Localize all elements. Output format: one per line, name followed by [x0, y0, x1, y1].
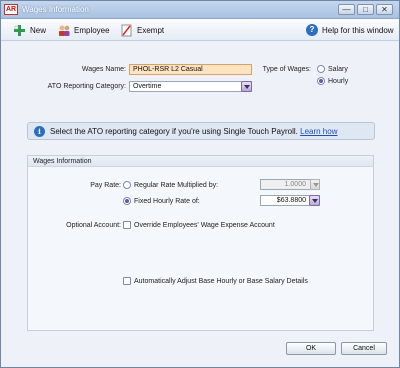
exempt-label: Exempt [137, 25, 165, 35]
info-icon: i [34, 126, 45, 137]
minimize-button[interactable]: — [338, 4, 355, 15]
exempt-button[interactable]: Exempt [120, 23, 164, 37]
regular-rate-radio[interactable] [123, 181, 131, 189]
employee-button[interactable]: Employee [57, 23, 110, 37]
hourly-label: Hourly [328, 78, 349, 85]
info-text: Select the ATO reporting category if you… [50, 127, 337, 136]
exempt-icon [120, 24, 133, 37]
fixed-hourly-input[interactable]: $63.8800 [260, 195, 320, 206]
toolbar: New Employee Exempt ? Help for this wind… [1, 19, 399, 41]
type-of-wages-label: Type of Wages: [262, 66, 311, 73]
new-button[interactable]: New [13, 23, 46, 37]
override-checkbox[interactable] [123, 221, 131, 229]
chevron-down-icon[interactable] [241, 81, 252, 92]
employee-label: Employee [74, 25, 110, 35]
chevron-down-icon[interactable] [310, 179, 320, 190]
close-button[interactable]: ✕ [376, 4, 393, 15]
pay-rate-label: Pay Rate: [90, 182, 121, 189]
employee-icon [57, 24, 70, 37]
fixed-hourly-value: $63.8800 [276, 197, 306, 204]
optional-account-label: Optional Account: [66, 222, 121, 229]
chevron-down-icon[interactable] [309, 195, 320, 206]
regular-rate-input[interactable]: 1.0000 [260, 179, 320, 190]
salary-label: Salary [328, 66, 348, 73]
help-label: Help for this window [322, 25, 394, 35]
override-label: Override Employees' Wage Expense Account [134, 222, 275, 229]
new-icon [13, 24, 26, 37]
stp-info-bar: i Select the ATO reporting category if y… [27, 122, 375, 140]
group-header: Wages Information [28, 156, 373, 167]
ato-category-label: ATO Reporting Category: [47, 83, 126, 90]
regular-rate-label: Regular Rate Multiplied by: [134, 182, 219, 189]
ato-category-select[interactable]: Overtime [129, 81, 252, 92]
auto-adjust-checkbox[interactable] [123, 277, 131, 285]
salary-radio[interactable] [317, 65, 325, 73]
help-button[interactable]: ? Help for this window [306, 23, 394, 37]
wages-name-input[interactable]: PHOL-RSR L2 Casual [129, 64, 252, 75]
ato-category-value: Overtime [133, 83, 162, 90]
regular-rate-value: 1.0000 [284, 181, 306, 188]
maximize-button[interactable]: □ [357, 4, 374, 15]
auto-adjust-label: Automatically Adjust Base Hourly or Base… [134, 278, 308, 285]
cancel-button[interactable]: Cancel [341, 342, 387, 355]
wages-information-window: AR Wages Information — □ ✕ New Employee … [0, 0, 400, 368]
group-title: Wages Information [33, 158, 92, 165]
new-label: New [30, 25, 47, 35]
ok-button[interactable]: OK [286, 342, 336, 355]
wages-name-label: Wages Name: [81, 66, 126, 73]
fixed-hourly-label: Fixed Hourly Rate of: [134, 198, 200, 205]
info-message: Select the ATO reporting category if you… [50, 127, 298, 136]
window-title: Wages Information [22, 5, 89, 14]
app-logo: AR [4, 4, 18, 15]
fixed-hourly-radio[interactable] [123, 197, 131, 205]
title-bar: AR Wages Information — □ ✕ [1, 1, 399, 19]
learn-how-link[interactable]: Learn how [300, 127, 337, 136]
hourly-radio[interactable] [317, 77, 325, 85]
wages-information-group: Wages Information Pay Rate: Regular Rate… [27, 155, 374, 331]
help-icon: ? [306, 24, 318, 36]
